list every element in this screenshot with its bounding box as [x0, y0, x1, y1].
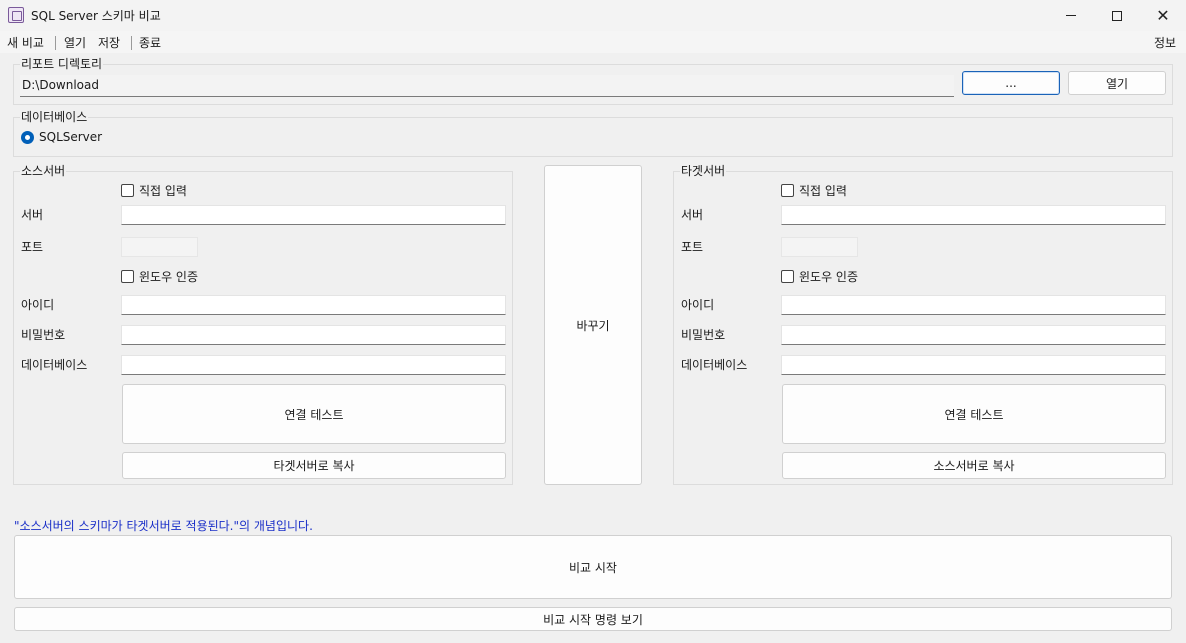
database-group: [13, 117, 1173, 157]
menu-separator: [55, 36, 56, 50]
maximize-icon: [1112, 10, 1122, 21]
window-title: SQL Server 스키마 비교: [31, 9, 161, 23]
source-server-field-label: 서버: [21, 208, 44, 222]
database-group-label: 데이터베이스: [20, 108, 89, 125]
target-server-input[interactable]: [781, 205, 1166, 225]
target-windows-auth-checkbox[interactable]: 윈도우 인증: [781, 268, 858, 285]
source-port-input[interactable]: [121, 237, 198, 257]
target-password-input[interactable]: [781, 325, 1166, 345]
target-id-input[interactable]: [781, 295, 1166, 315]
source-windows-auth-checkbox[interactable]: 윈도우 인증: [121, 268, 198, 285]
concept-note: "소스서버의 스키마가 타겟서버로 적용된다."의 개념입니다.: [14, 519, 313, 533]
source-id-label: 아이디: [21, 298, 55, 312]
menu-bar: [0, 31, 1186, 53]
show-command-button[interactable]: 비교 시작 명령 보기: [14, 607, 1172, 631]
source-windows-auth-label: 윈도우 인증: [139, 270, 199, 284]
target-server-field-label: 서버: [681, 208, 704, 222]
target-connection-test-button[interactable]: 연결 테스트: [782, 384, 1166, 444]
open-folder-button[interactable]: 열기: [1068, 71, 1166, 95]
target-id-label: 아이디: [681, 298, 715, 312]
report-path-input[interactable]: D:\Download: [20, 75, 954, 97]
source-database-label: 데이터베이스: [21, 358, 88, 372]
browse-button[interactable]: ...: [962, 71, 1060, 95]
menu-new-compare[interactable]: 새 비교: [7, 34, 44, 51]
target-server-label: 타겟서버: [680, 162, 727, 179]
source-server-label: 소스서버: [20, 162, 67, 179]
minimize-icon: [1066, 15, 1076, 16]
sqlserver-radio[interactable]: [21, 131, 34, 144]
report-directory-label: 리포트 디렉토리: [20, 55, 104, 72]
close-icon: ✕: [1156, 5, 1170, 25]
maximize-button[interactable]: [1094, 0, 1140, 31]
source-id-input[interactable]: [121, 295, 506, 315]
start-compare-button[interactable]: 비교 시작: [14, 535, 1172, 599]
source-password-input[interactable]: [121, 325, 506, 345]
menu-save[interactable]: 저장: [98, 34, 120, 51]
menu-about[interactable]: 정보: [1154, 34, 1176, 51]
minimize-button[interactable]: [1048, 0, 1094, 31]
checkbox-box[interactable]: [781, 184, 794, 197]
app-icon: [8, 7, 24, 23]
menu-exit[interactable]: 종료: [139, 34, 161, 51]
target-direct-input-label: 직접 입력: [799, 184, 847, 198]
target-database-label: 데이터베이스: [681, 358, 748, 372]
close-button[interactable]: ✕: [1140, 0, 1186, 31]
checkbox-box[interactable]: [121, 184, 134, 197]
target-windows-auth-label: 윈도우 인증: [799, 270, 859, 284]
target-direct-input-checkbox[interactable]: 직접 입력: [781, 182, 847, 199]
target-port-input[interactable]: [781, 237, 858, 257]
target-database-input[interactable]: [781, 355, 1166, 375]
source-password-label: 비밀번호: [21, 328, 66, 342]
swap-button[interactable]: 바꾸기: [544, 165, 642, 485]
sqlserver-radio-label[interactable]: SQLServer: [39, 130, 102, 144]
checkbox-box[interactable]: [781, 270, 794, 283]
source-database-input[interactable]: [121, 355, 506, 375]
target-password-label: 비밀번호: [681, 328, 726, 342]
menu-open[interactable]: 열기: [64, 34, 86, 51]
source-server-input[interactable]: [121, 205, 506, 225]
checkbox-box[interactable]: [121, 270, 134, 283]
copy-to-source-button[interactable]: 소스서버로 복사: [782, 452, 1166, 479]
source-direct-input-label: 직접 입력: [139, 184, 187, 198]
source-port-label: 포트: [21, 240, 44, 254]
copy-to-target-button[interactable]: 타겟서버로 복사: [122, 452, 506, 479]
source-direct-input-checkbox[interactable]: 직접 입력: [121, 182, 187, 199]
source-connection-test-button[interactable]: 연결 테스트: [122, 384, 506, 444]
title-bar[interactable]: [0, 0, 1186, 31]
target-port-label: 포트: [681, 240, 704, 254]
menu-separator: [131, 36, 132, 50]
